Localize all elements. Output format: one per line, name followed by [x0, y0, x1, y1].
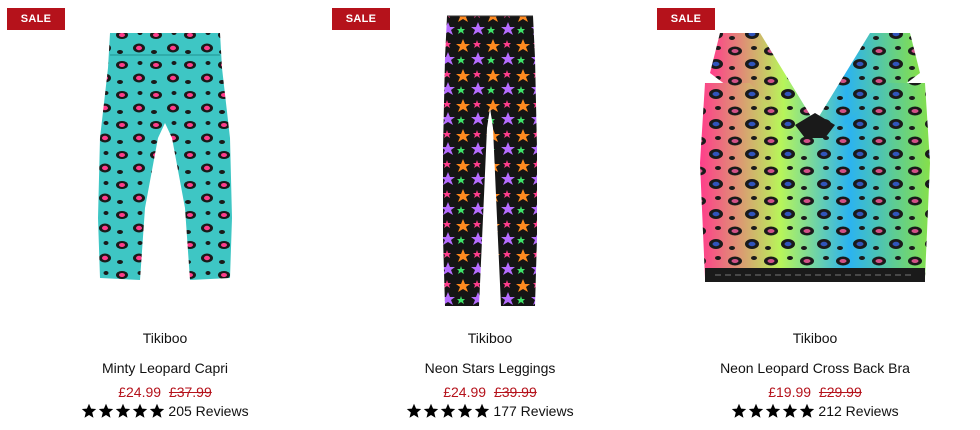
product-rating: 212 Reviews	[655, 403, 975, 419]
product-image-link[interactable]	[330, 0, 650, 315]
sale-price: £19.99	[768, 384, 812, 400]
star-icon	[407, 403, 422, 418]
sale-badge: SALE	[7, 8, 65, 30]
star-icon	[800, 403, 815, 418]
original-price: £37.99	[168, 384, 212, 400]
product-image-link[interactable]	[5, 0, 325, 315]
rating-stars	[732, 403, 815, 418]
star-icon	[749, 403, 764, 418]
star-icon	[732, 403, 747, 418]
star-icon	[766, 403, 781, 418]
star-icon	[82, 403, 97, 418]
product-card: SALE Tikiboo Neon Stars Leggings £24.99 …	[330, 0, 650, 430]
star-icon	[99, 403, 114, 418]
rating-stars	[407, 403, 490, 418]
product-card: SALE Tikiboo Minty Leopard Capri £24.99 …	[5, 0, 325, 430]
product-name-link[interactable]: Neon Stars Leggings	[330, 360, 650, 376]
product-rating: 205 Reviews	[5, 403, 325, 419]
product-brand: Tikiboo	[792, 330, 838, 346]
leggings-image	[443, 15, 537, 306]
original-price: £39.99	[493, 384, 537, 400]
reviews-link[interactable]: 205 Reviews	[168, 403, 248, 419]
product-prices: £24.99 £37.99	[5, 384, 325, 400]
reviews-link[interactable]: 212 Reviews	[818, 403, 898, 419]
product-name-link[interactable]: Neon Leopard Cross Back Bra	[655, 360, 975, 376]
original-price: £29.99	[818, 384, 862, 400]
capri-leggings-image	[98, 32, 232, 280]
sale-price: £24.99	[118, 384, 162, 400]
star-icon	[475, 403, 490, 418]
star-icon	[783, 403, 798, 418]
product-prices: £19.99 £29.99	[655, 384, 975, 400]
product-image-link[interactable]	[655, 0, 975, 315]
sale-price: £24.99	[443, 384, 487, 400]
star-icon	[133, 403, 148, 418]
product-name-link[interactable]: Minty Leopard Capri	[5, 360, 325, 376]
sports-bra-image	[700, 32, 930, 282]
star-icon	[441, 403, 456, 418]
product-rating: 177 Reviews	[330, 403, 650, 419]
sale-badge: SALE	[657, 8, 715, 30]
reviews-link[interactable]: 177 Reviews	[493, 403, 573, 419]
star-icon	[150, 403, 165, 418]
product-card: SALE Tikiboo Neon Leopard Cross Back Bra…	[655, 0, 975, 430]
product-brand: Tikiboo	[142, 330, 188, 346]
star-icon	[116, 403, 131, 418]
rating-stars	[82, 403, 165, 418]
product-grid: SALE Tikiboo Minty Leopard Capri £24.99 …	[0, 0, 980, 430]
star-icon	[424, 403, 439, 418]
star-icon	[458, 403, 473, 418]
product-brand: Tikiboo	[467, 330, 513, 346]
product-prices: £24.99 £39.99	[330, 384, 650, 400]
sale-badge: SALE	[332, 8, 390, 30]
